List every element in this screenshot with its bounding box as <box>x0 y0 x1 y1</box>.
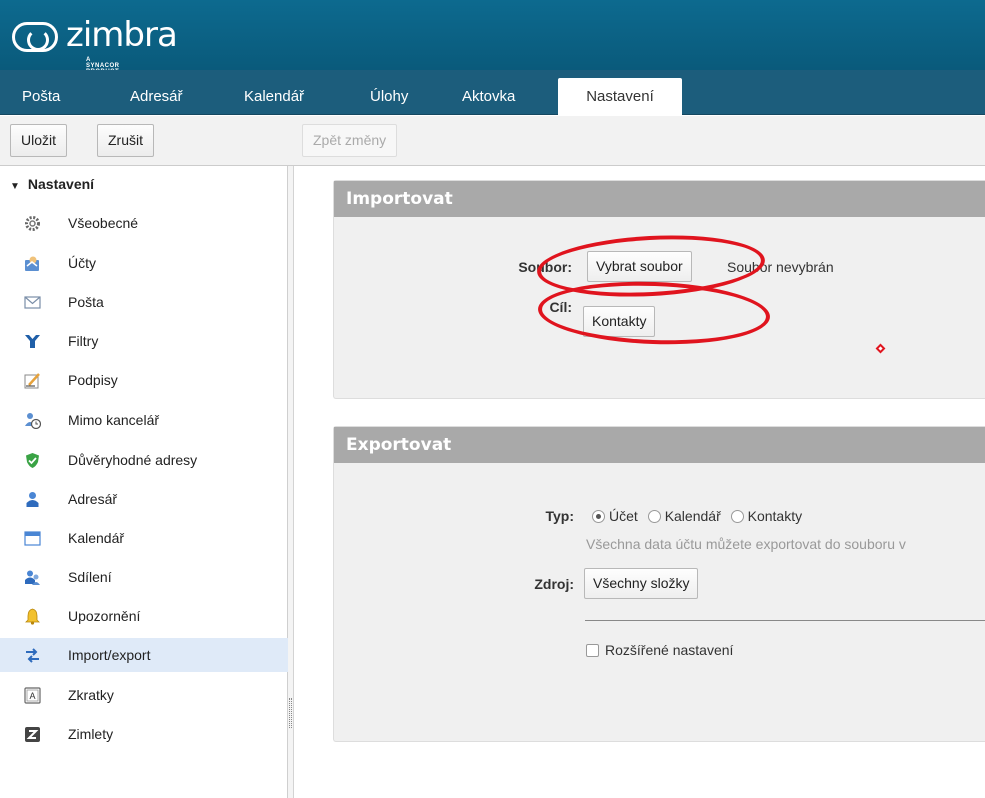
sidebar-header[interactable]: ▼ Nastavení <box>0 172 288 196</box>
sidebar-item-label: Zimlety <box>68 726 114 742</box>
type-option-contacts[interactable]: Kontakty <box>730 508 803 524</box>
main-content: Importovat Soubor: Vybrat soubor Soubor … <box>295 167 985 798</box>
radio-icon[interactable] <box>730 510 744 523</box>
sidebar-item-filters[interactable]: Filtry <box>0 324 288 358</box>
sidebar-item-label: Adresář <box>68 491 118 507</box>
source-label: Zdroj: <box>534 576 574 592</box>
sidebar-item-shortcuts[interactable]: A Zkratky <box>0 678 288 712</box>
gears-icon <box>25 216 40 231</box>
sidebar-item-signatures[interactable]: Podpisy <box>0 363 288 397</box>
accounts-icon <box>25 256 39 271</box>
tab-tasks[interactable]: Úlohy <box>370 78 408 115</box>
radio-icon[interactable] <box>647 510 661 523</box>
tab-briefcase[interactable]: Aktovka <box>462 78 515 115</box>
radio-checked-icon[interactable] <box>592 510 605 523</box>
sidebar-item-general[interactable]: Všeobecné <box>0 206 288 240</box>
signature-icon <box>24 373 40 389</box>
advanced-settings-label: Rozšířené nastavení <box>605 642 734 658</box>
sidebar-item-label: Pošta <box>68 294 104 310</box>
file-label: Soubor: <box>518 259 572 275</box>
type-option-label: Kalendář <box>664 508 721 524</box>
out-of-office-icon <box>25 413 41 429</box>
sidebar-item-zimlets[interactable]: Zimlety <box>0 717 288 751</box>
sidebar-item-label: Účty <box>68 255 96 271</box>
tab-mail[interactable]: Pošta <box>22 78 60 115</box>
save-button[interactable]: Uložit <box>10 124 68 157</box>
logo-text: zimbra <box>66 15 178 55</box>
shortcut-key-icon: A <box>24 687 41 704</box>
separator-line <box>585 620 985 621</box>
bell-icon <box>25 608 40 625</box>
zimbra-logo-icon <box>12 22 58 52</box>
sidebar-item-label: Kalendář <box>68 530 125 546</box>
type-option-calendar[interactable]: Kalendář <box>647 508 721 524</box>
splitter-grip[interactable] <box>289 698 292 728</box>
export-panel-title: Exportovat <box>334 427 985 463</box>
sidebar-item-label: Sdílení <box>68 569 112 585</box>
app-tab-bar: Pošta Adresář Kalendář Úlohy Aktovka Nas… <box>0 70 985 115</box>
person-icon <box>26 492 39 507</box>
choose-file-button[interactable]: Vybrat soubor <box>587 251 692 282</box>
sidebar-item-label: Import/export <box>68 647 151 663</box>
sidebar-item-label: Podpisy <box>68 372 118 388</box>
import-panel-title: Importovat <box>334 181 985 217</box>
sidebar-item-mail[interactable]: Pošta <box>0 285 288 319</box>
sidebar-item-import-export[interactable]: Import/export <box>0 638 288 672</box>
tab-contacts[interactable]: Adresář <box>130 78 183 115</box>
sidebar-splitter[interactable] <box>288 166 294 798</box>
target-contacts-button[interactable]: Kontakty <box>583 306 656 337</box>
revert-changes-button[interactable]: Zpět změny <box>302 124 398 157</box>
sidebar-item-label: Zkratky <box>68 687 114 703</box>
sidebar-item-label: Filtry <box>68 333 99 349</box>
sidebar-item-label: Mimo kancelář <box>68 412 160 428</box>
import-panel: Importovat Soubor: Vybrat soubor Soubor … <box>333 180 985 399</box>
sidebar-item-address-book[interactable]: Adresář <box>0 482 288 516</box>
sidebar-item-label: Všeobecné <box>68 215 139 231</box>
sidebar-item-accounts[interactable]: Účty <box>0 246 288 280</box>
sidebar-item-notifications[interactable]: Upozornění <box>0 599 288 633</box>
toolbar: Uložit Zrušit Zpět změny <box>0 116 985 166</box>
sidebar-item-out-of-office[interactable]: Mimo kancelář <box>0 403 288 437</box>
advanced-settings-option[interactable]: Rozšířené nastavení <box>586 642 733 658</box>
sidebar-item-label: Upozornění <box>68 608 141 624</box>
collapse-triangle-icon[interactable]: ▼ <box>10 181 20 192</box>
type-option-label: Kontakty <box>747 508 803 524</box>
sidebar-header-label: Nastavení <box>27 176 95 192</box>
sidebar-item-trusted-addresses[interactable]: Důvěryhodné adresy <box>0 443 288 477</box>
sharing-icon <box>25 570 40 585</box>
preferences-sidebar: ▼ Nastavení Všeobecné Účty Pošta Filtry <box>0 166 288 798</box>
target-label: Cíl: <box>549 299 572 315</box>
sidebar-item-calendar[interactable]: Kalendář <box>0 521 288 555</box>
type-radio-group: Účet Kalendář Kontakty <box>592 508 802 524</box>
envelope-icon <box>24 296 41 309</box>
checkbox-icon[interactable] <box>586 644 599 657</box>
zimlet-icon <box>25 727 40 742</box>
sidebar-item-label: Důvěryhodné adresy <box>68 452 198 468</box>
cancel-button[interactable]: Zrušit <box>97 124 154 157</box>
filter-icon <box>25 335 40 348</box>
type-option-account[interactable]: Účet <box>592 508 638 524</box>
tab-preferences[interactable]: Nastavení <box>558 78 682 115</box>
no-file-chosen-text: Soubor nevybrán <box>727 259 834 275</box>
shield-icon <box>26 453 39 468</box>
type-label: Typ: <box>545 508 574 524</box>
type-option-label: Účet <box>609 508 638 524</box>
logo-bar: zimbra A SYNACOR PRODUCT <box>0 0 985 75</box>
calendar-icon <box>24 531 41 546</box>
export-panel: Exportovat Typ: Účet Kalendář Kontakty V… <box>333 426 985 742</box>
svg-text:A: A <box>29 691 35 701</box>
export-hint-text: Všechna data účtu můžete exportovat do s… <box>586 536 906 552</box>
sidebar-item-sharing[interactable]: Sdílení <box>0 560 288 594</box>
tab-calendar[interactable]: Kalendář <box>244 78 304 115</box>
import-export-icon <box>26 648 39 663</box>
source-folders-button[interactable]: Všechny složky <box>584 568 699 599</box>
